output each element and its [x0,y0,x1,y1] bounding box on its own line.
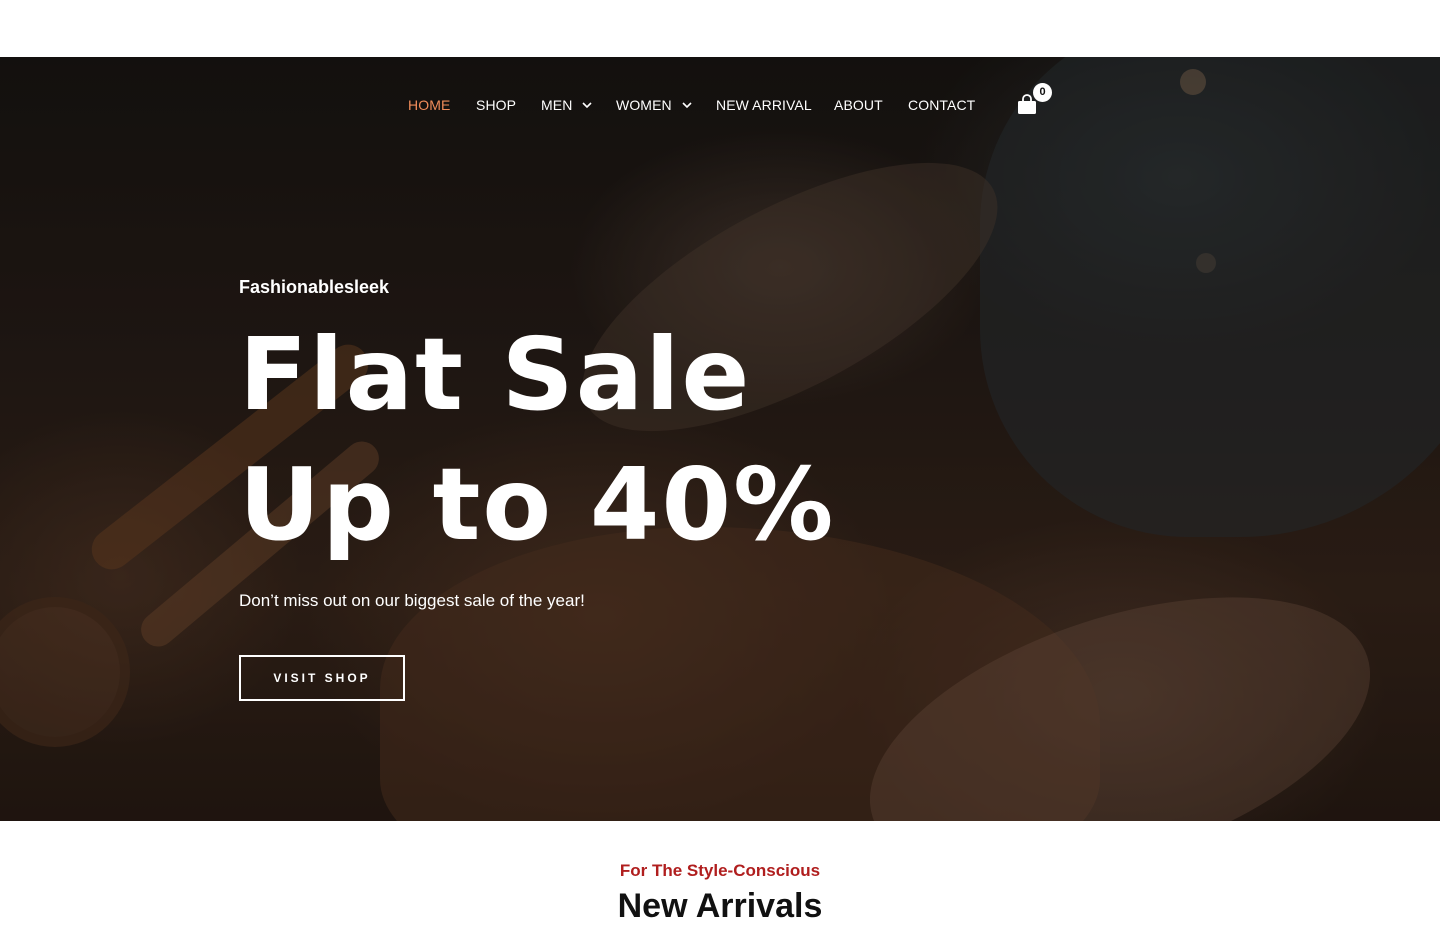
visit-shop-button[interactable]: VISIT SHOP [239,655,405,701]
hero-subtext: Don’t miss out on our biggest sale of th… [239,591,585,610]
visit-shop-label: VISIT SHOP [273,671,371,685]
nav-item-label: SHOP [476,97,517,113]
hero-brand: Fashionablesleek [239,277,390,297]
nav-item-label: CONTACT [908,97,976,113]
chevron-down-icon [682,100,692,112]
section-title: New Arrivals [617,887,823,925]
main-nav: HOME SHOP MEN WOMEN NEW ARRIVAL ABOUT CO… [0,57,1440,157]
section-eyebrow: For The Style-Conscious [619,861,821,880]
nav-item-about[interactable]: ABOUT [834,97,883,113]
hero-headline: Flat Sale Up to 40% [239,310,835,570]
new-arrivals-section: For The Style-Conscious New Arrivals [0,821,1440,925]
nav-item-label: WOMEN [616,97,672,113]
nav-item-shop[interactable]: SHOP [476,97,516,113]
hero-headline-line: Flat Sale [239,316,752,433]
cart-count-badge: 0 [1033,83,1052,102]
chevron-down-icon [582,100,592,112]
nav-item-men[interactable]: MEN [541,97,592,113]
top-strip [0,0,1440,57]
nav-item-label: NEW ARRIVAL [716,97,812,113]
nav-item-label: MEN [541,97,573,113]
nav-item-home[interactable]: HOME [408,97,450,113]
nav-item-contact[interactable]: CONTACT [908,97,975,113]
nav-item-label: HOME [408,97,451,113]
nav-item-new-arrival[interactable]: NEW ARRIVAL [716,97,812,113]
hero-headline-line: Up to 40% [239,446,836,563]
nav-item-label: ABOUT [834,97,883,113]
nav-item-women[interactable]: WOMEN [616,97,692,113]
